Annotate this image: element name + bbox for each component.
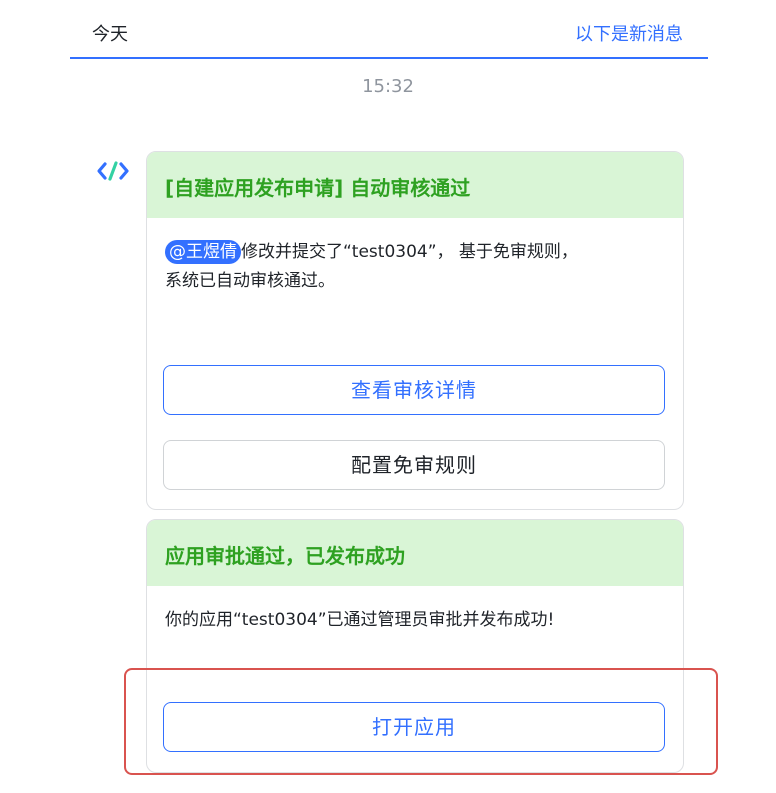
- open-app-button[interactable]: 打开应用: [163, 702, 665, 752]
- chat-page: 今天 以下是新消息 15:32 [自建应用发布申请] 自动审核通过 @王煜倩 修改…: [0, 0, 776, 793]
- body-line-2: 系统已自动审核通过。: [165, 271, 335, 291]
- publish-success-card: 应用审批通过，已发布成功 你的应用“test0304”已通过管理员审批并发布成功…: [146, 519, 684, 773]
- new-messages-label: 以下是新消息: [575, 24, 683, 45]
- card-title: [自建应用发布申请] 自动审核通过: [165, 176, 471, 200]
- card-header: 应用审批通过，已发布成功: [147, 520, 683, 586]
- view-review-details-button[interactable]: 查看审核详情: [163, 365, 665, 415]
- date-label: 今天: [92, 24, 128, 45]
- body-line-1: 修改并提交了“test0304”， 基于免审规则，: [241, 242, 578, 262]
- code-bracket-icon[interactable]: [96, 160, 130, 182]
- card-body: @王煜倩 修改并提交了“test0304”， 基于免审规则， 系统已自动审核通过。: [165, 238, 665, 296]
- auto-review-card: [自建应用发布申请] 自动审核通过 @王煜倩 修改并提交了“test0304”， …: [146, 151, 684, 510]
- card-title: 应用审批通过，已发布成功: [165, 544, 405, 568]
- message-timestamp: 15:32: [362, 76, 414, 97]
- card-body: 你的应用“test0304”已通过管理员审批并发布成功!: [165, 610, 555, 630]
- configure-exemption-rules-button[interactable]: 配置免审规则: [163, 440, 665, 490]
- user-mention[interactable]: @王煜倩: [165, 240, 241, 264]
- card-header: [自建应用发布申请] 自动审核通过: [147, 152, 683, 218]
